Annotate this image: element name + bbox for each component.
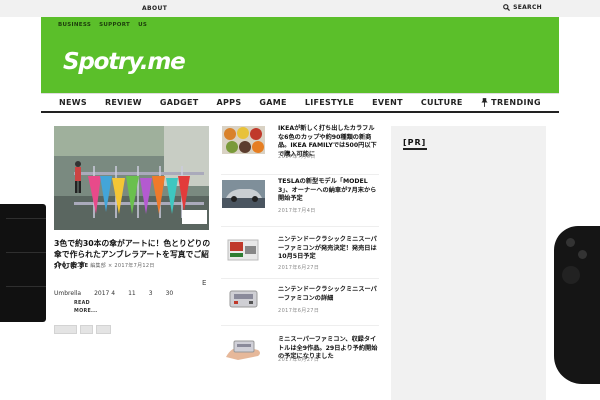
featured-excerpt: Umbrella 2017 4 11 3 30	[54, 290, 214, 297]
featured-image[interactable]	[54, 126, 209, 230]
search-button[interactable]: SEARCH	[503, 4, 542, 11]
list-item-title[interactable]: ニンテンドークラシックミニスーパーファミコンが発売決定！発売日は10月5日予定	[278, 236, 380, 262]
featured-meta: SPOTRY.ME 編集部 × 2017年7月12日	[54, 262, 155, 269]
list-item[interactable]: IKEAが新しく打ち出したカラフルな6色のカップや約90種類の新商品。IKEA …	[221, 124, 379, 175]
read-more-link[interactable]: READ MORE...	[74, 300, 97, 316]
site-logo[interactable]: Spotry.me	[63, 49, 186, 75]
excerpt-part: 11	[128, 290, 136, 297]
snes-icon	[222, 285, 265, 313]
top-bar: ABOUT SEARCH	[0, 0, 600, 17]
sublink-support[interactable]: SUPPORT	[99, 22, 130, 28]
nav-item-apps[interactable]: APPS	[217, 98, 242, 107]
site-header: BUSINESS SUPPORT US Spotry.me	[41, 17, 559, 93]
excerpt-part: Umbrella	[54, 290, 82, 297]
meta-separator: ×	[107, 263, 113, 269]
list-item-date: 2017年6月27日	[278, 308, 320, 314]
featured-author[interactable]: SPOTRY.ME	[54, 263, 88, 269]
excerpt-part: 2017 4	[94, 290, 116, 297]
nav-item-lifestyle[interactable]: LIFESTYLE	[305, 98, 354, 107]
pin-icon	[481, 98, 488, 107]
list-item[interactable]: TESLAの新型モデル「MODEL 3」、オーナーへの納車が7月末から開始予定 …	[221, 175, 379, 227]
list-item[interactable]: ニンテンドークラシックミニスーパーファミコンの詳細 2017年6月27日	[221, 279, 379, 326]
share-button-2[interactable]	[80, 325, 93, 334]
trending-button[interactable]: TRENDING	[481, 98, 541, 107]
share-buttons	[54, 325, 111, 334]
list-item[interactable]: ニンテンドークラシックミニスーパーファミコンが発売決定！発売日は10月5日予定 …	[221, 227, 379, 279]
nav-item-event[interactable]: EVENT	[372, 98, 403, 107]
umbrella-art-photo	[54, 126, 209, 230]
gamepad-background-image	[554, 226, 600, 384]
read-more-line1: READ	[74, 301, 90, 306]
list-item-date: 2017年7月6日	[278, 154, 316, 160]
list-item-date: 2017年6月27日	[278, 265, 320, 271]
sublink-us[interactable]: US	[138, 22, 147, 28]
featured-meta-mid: 編集部	[90, 263, 107, 269]
console-box-icon	[222, 236, 265, 264]
list-item-title[interactable]: ニンテンドークラシックミニスーパーファミコンの詳細	[278, 286, 380, 303]
share-button-1[interactable]	[54, 325, 77, 334]
sidebar-pr: [PR]	[391, 126, 546, 400]
search-label: SEARCH	[513, 4, 542, 11]
trending-label: TRENDING	[491, 98, 541, 107]
list-item-date: 2017年6月27日	[278, 357, 320, 363]
hand-console-icon	[222, 335, 265, 363]
console-background-image	[0, 204, 46, 322]
car-icon	[222, 180, 265, 208]
about-link[interactable]: ABOUT	[142, 5, 167, 12]
featured-mark: E	[202, 279, 207, 287]
excerpt-part: 3	[148, 290, 153, 297]
list-item-date: 2017年7月4日	[278, 208, 316, 214]
main-nav: NEWS REVIEW GADGET APPS GAME LIFESTYLE E…	[41, 93, 559, 113]
pr-label: [PR]	[403, 138, 427, 150]
nav-item-culture[interactable]: CULTURE	[421, 98, 463, 107]
article-list: IKEAが新しく打ち出したカラフルな6色のカップや約90種類の新商品。IKEA …	[221, 124, 379, 372]
excerpt-part: 30	[165, 290, 174, 297]
header-sublinks: BUSINESS SUPPORT US	[58, 22, 147, 28]
food-icon	[222, 126, 265, 154]
list-item[interactable]: ミニスーパーファミコン、収録タイトルは全9作品。29日より予約開始の予定になりま…	[221, 326, 379, 372]
featured-date: 2017年7月12日	[114, 263, 155, 269]
search-icon	[503, 4, 511, 11]
list-item-title[interactable]: TESLAの新型モデル「MODEL 3」、オーナーへの納車が7月末から開始予定	[278, 178, 380, 204]
sublink-business[interactable]: BUSINESS	[58, 22, 91, 28]
share-button-3[interactable]	[96, 325, 111, 334]
nav-item-news[interactable]: NEWS	[59, 98, 87, 107]
nav-item-game[interactable]: GAME	[259, 98, 286, 107]
read-more-line2: MORE...	[74, 309, 98, 314]
nav-item-gadget[interactable]: GADGET	[160, 98, 199, 107]
nav-item-review[interactable]: REVIEW	[105, 98, 142, 107]
